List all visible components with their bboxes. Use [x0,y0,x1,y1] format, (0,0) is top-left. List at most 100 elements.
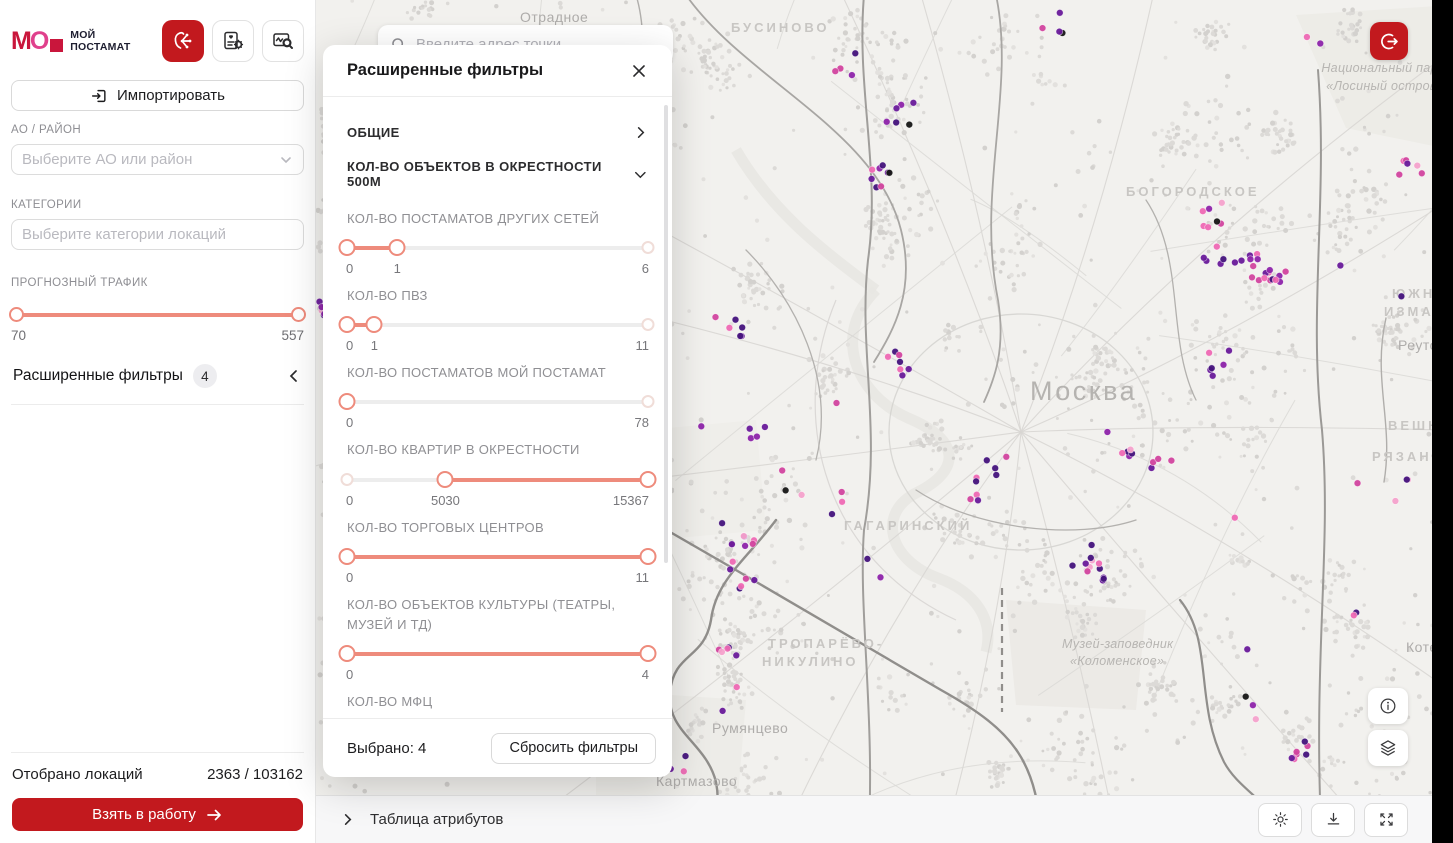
slider-handle[interactable] [339,645,356,662]
chevron-right-icon [633,125,648,140]
selected-locations-value: 2363 / 103162 [207,766,303,783]
slider-value-label: 0 [346,570,353,585]
map-label: Национальный парк [1321,61,1444,75]
close-icon [631,63,647,79]
range-slider[interactable] [347,548,648,566]
import-button[interactable]: Импортировать [11,80,304,111]
slider-handle[interactable] [339,239,356,256]
range-slider[interactable] [347,645,648,663]
slider-handle[interactable] [437,471,454,488]
traffic-label: ПРОГНОЗНЫЙ ТРАФИК [11,277,304,289]
fullscreen-button[interactable] [1364,803,1408,837]
slider-label: КОЛ-ВО МФЦ [347,692,648,712]
slider-fill [347,555,648,559]
slider-handle[interactable] [640,548,657,565]
range-slider[interactable] [347,393,648,411]
info-button[interactable] [1368,688,1408,724]
settings-button[interactable] [1258,803,1302,837]
monitor-search-button[interactable] [262,20,304,62]
slider-handle[interactable] [389,239,406,256]
slider-label: КОЛ-ВО КВАРТИР В ОКРЕСТНОСТИ [347,440,648,460]
ai-analysis-button[interactable] [162,20,204,62]
mode-toolbar [162,20,304,62]
logout-button[interactable] [1370,22,1408,60]
slider-ghost-end [642,318,655,331]
reset-filters-button[interactable]: Сбросить фильтры [491,733,656,764]
ai-brain-icon [171,29,195,53]
slider-values: 0111 [347,338,648,353]
section-general[interactable]: ОБЩИЕ [347,111,648,153]
report-settings-button[interactable] [212,20,254,62]
attributes-table-toggle[interactable]: Таблица атрибутов [340,811,503,828]
section-objects-500m[interactable]: КОЛ-ВО ОБЪЕКТОВ В ОКРЕСТНОСТИ 500М [347,153,648,195]
slider-track[interactable] [13,313,302,317]
attributes-bar: Таблица атрибутов [316,795,1453,843]
sliders-list: КОЛ-ВО ПОСТАМАТОВ ДРУГИХ СЕТЕЙ016 КОЛ-ВО … [347,209,648,718]
advanced-filters-toggle[interactable]: Расширенные фильтры 4 [11,356,304,405]
logout-icon [1379,31,1400,52]
chevron-down-icon [633,167,648,182]
slider-value-label: 0 [346,667,353,682]
slider-value-label: 11 [636,570,650,585]
slider-ghost-end [642,241,655,254]
slider-handle[interactable] [339,548,356,565]
slider-handle[interactable] [339,393,356,410]
slider-values: 016 [347,261,648,276]
map-label: ТРОПАРЁВО- [768,636,884,651]
slider-value-label: 15367 [613,493,649,508]
advanced-slider-group: КОЛ-ВО ТОРГОВЫХ ЦЕНТРОВ 0 11 [347,518,648,585]
slider-handle[interactable] [640,645,657,662]
slider-ghost-end [642,395,655,408]
sidebar-footer: Отобрано локаций 2363 / 103162 Взять в р… [11,752,304,843]
range-slider[interactable] [347,316,648,334]
map-label: Румянцево [712,720,788,736]
slider-handle[interactable] [640,471,657,488]
gear-icon [1271,810,1290,829]
slider-fill [347,652,648,656]
range-slider[interactable] [347,239,648,257]
slider-values: 0 11 [347,570,648,585]
slider-handle[interactable] [366,316,383,333]
map-label: БУСИНОВО [731,20,830,35]
categories-input[interactable]: Выберите категории локаций [11,219,304,250]
document-gear-icon [221,29,245,53]
advanced-filters-modal: Расширенные фильтры ОБЩИЕ КОЛ-ВО ОБЪЕКТО… [323,45,672,777]
modal-body: ОБЩИЕ КОЛ-ВО ОБЪЕКТОВ В ОКРЕСТНОСТИ 500М… [323,97,672,718]
slider-handle-min[interactable] [9,307,24,322]
app-root: МО МОЙ ПОСТАМАТ [0,0,1453,843]
modal-scrollbar[interactable] [664,105,668,563]
slider-value-label: 5030 [431,493,460,508]
map-label: ГАГАРИНСКИЙ [844,518,972,533]
slider-value-label: 0 [346,493,353,508]
layers-icon [1378,738,1398,758]
sidebar-header: МО МОЙ ПОСТАМАТ [11,20,304,62]
advanced-slider-group: КОЛ-ВО ОБЪЕКТОВ КУЛЬТУРЫ (ТЕАТРЫ, МУЗЕЙ … [347,595,648,682]
slider-value-label: 11 [636,338,650,353]
slider-label: КОЛ-ВО ОБЪЕКТОВ КУЛЬТУРЫ (ТЕАТРЫ, МУЗЕЙ … [347,595,648,635]
advanced-slider-group: КОЛ-ВО ПОСТАМАТОВ ДРУГИХ СЕТЕЙ016 [347,209,648,276]
district-label: АО / РАЙОН [11,124,304,136]
slider-values: 078 [347,415,648,430]
range-slider[interactable] [347,471,648,489]
sidebar: МО МОЙ ПОСТАМАТ [0,0,316,843]
import-icon [90,87,108,105]
slider-handle-max[interactable] [291,307,306,322]
slider-handle[interactable] [339,316,356,333]
modal-title: Расширенные фильтры [347,61,543,80]
layers-button[interactable] [1368,730,1408,766]
slider-value-label: 6 [642,261,649,276]
take-to-work-button[interactable]: Взять в работу [12,798,303,831]
slider-label: КОЛ-ВО ТОРГОВЫХ ЦЕНТРОВ [347,518,648,538]
slider-track[interactable] [347,323,648,327]
logo-text: МОЙ ПОСТАМАТ [70,29,130,53]
traffic-range-slider[interactable] [11,307,304,322]
advanced-slider-group: КОЛ-ВО ПОСТАМАТОВ МОЙ ПОСТАМАТ078 [347,363,648,430]
slider-track[interactable] [347,400,648,404]
slider-value-label: 78 [635,415,649,430]
logo-mark: МО [11,29,63,54]
chevron-right-icon [340,812,355,827]
close-modal-button[interactable] [624,56,654,86]
download-button[interactable] [1311,803,1355,837]
advanced-slider-group: КОЛ-ВО КВАРТИР В ОКРЕСТНОСТИ 0 5030 15367 [347,440,648,507]
district-select[interactable]: Выберите АО или район [11,144,304,175]
